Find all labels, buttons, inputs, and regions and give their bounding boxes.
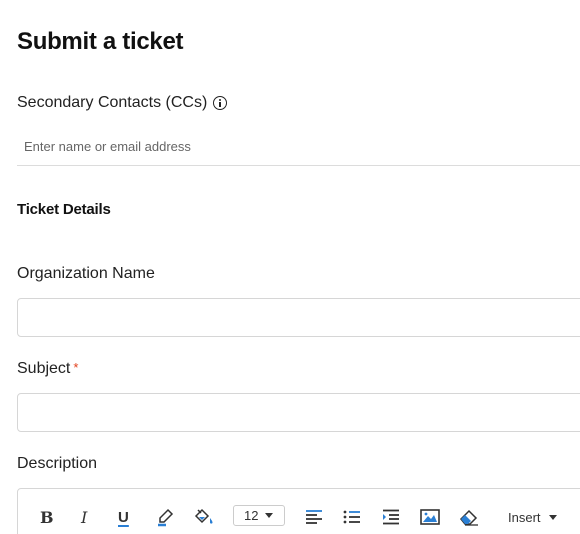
text-color-icon[interactable]	[154, 506, 176, 528]
page-title: Submit a ticket	[17, 28, 184, 55]
bullet-list-icon[interactable]	[342, 506, 362, 528]
subject-input[interactable]	[17, 393, 580, 432]
organization-name-label: Organization Name	[17, 265, 155, 282]
image-icon[interactable]	[419, 506, 441, 528]
organization-name-input[interactable]	[17, 298, 580, 337]
subject-label-row: Subject *	[17, 360, 78, 378]
required-marker: *	[73, 360, 79, 375]
cc-field-label: Secondary Contacts (CCs)	[17, 94, 228, 112]
indent-icon[interactable]	[381, 506, 401, 528]
background-color-icon[interactable]	[192, 506, 216, 528]
font-size-value: 12	[244, 508, 259, 523]
chevron-down-icon	[548, 514, 557, 520]
align-left-icon[interactable]	[304, 506, 324, 528]
description-editor-toolbar: B I U 12 Insert	[17, 488, 580, 534]
info-icon[interactable]	[213, 96, 228, 110]
ticket-details-heading: Ticket Details	[17, 201, 111, 218]
insert-dropdown[interactable]: Insert	[508, 506, 557, 528]
font-size-dropdown[interactable]: 12	[233, 505, 285, 526]
description-label: Description	[17, 455, 98, 472]
underline-button[interactable]: U	[118, 506, 129, 528]
eraser-icon[interactable]	[458, 506, 480, 528]
cc-label-text: Secondary Contacts (CCs)	[17, 94, 208, 111]
chevron-down-icon	[265, 513, 274, 518]
insert-label: Insert	[508, 509, 541, 525]
cc-email-input[interactable]	[17, 128, 580, 166]
subject-label: Subject	[17, 360, 71, 377]
italic-button[interactable]: I	[81, 506, 87, 528]
bold-button[interactable]: B	[40, 506, 54, 528]
